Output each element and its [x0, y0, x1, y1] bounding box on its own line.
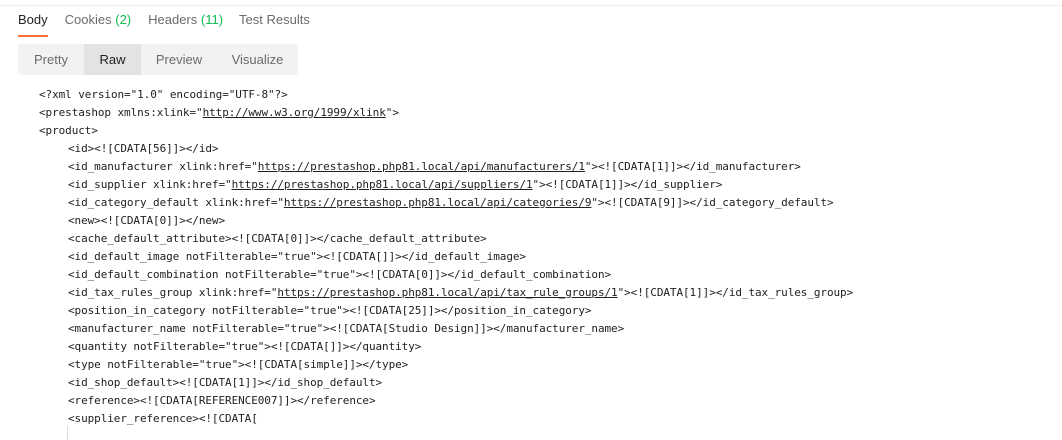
tab-count: (11) — [200, 12, 224, 27]
code-line: <id_supplier xlink:href="https://prestas… — [68, 176, 722, 194]
code-line: <id><![CDATA[56]]></id> — [68, 140, 219, 158]
code-text: <cache_default_attribute><![CDATA[0]]></… — [68, 232, 487, 245]
code-line: <id_shop_default><![CDATA[1]]></id_shop_… — [68, 374, 382, 392]
code-text: <type notFilterable="true"><![CDATA[simp… — [68, 358, 409, 371]
code-text: <quantity notFilterable="true"><![CDATA[… — [68, 340, 422, 353]
code-text: <id_default_combination notFilterable="t… — [68, 268, 612, 281]
tab-label: Headers — [148, 12, 198, 27]
code-text: <reference><![CDATA[REFERENCE007]]></ref… — [68, 394, 376, 407]
code-url-link[interactable]: https://prestashop.php81.local/api/categ… — [284, 196, 592, 209]
code-text: <id_supplier xlink:href=" — [68, 178, 232, 191]
tab-label: Body — [18, 12, 48, 27]
code-line: <?xml version="1.0" encoding="UTF-8"?> — [39, 86, 288, 104]
code-text: <id_tax_rules_group xlink:href=" — [68, 286, 278, 299]
code-line: <cache_default_attribute><![CDATA[0]]></… — [68, 230, 487, 248]
code-line: <product> — [39, 122, 98, 140]
indent-guide — [67, 426, 68, 440]
view-mode-pretty[interactable]: Pretty — [18, 44, 84, 75]
code-url-link[interactable]: https://prestashop.php81.local/api/tax_r… — [277, 286, 617, 299]
code-text: "><![CDATA[9]]></id_category_default> — [591, 196, 834, 209]
code-text: <product> — [39, 124, 98, 137]
code-text: "><![CDATA[1]]></id_manufacturer> — [584, 160, 801, 173]
code-text: <id_default_image notFilterable="true"><… — [68, 250, 526, 263]
code-line: <prestashop xmlns:xlink="http://www.w3.o… — [39, 104, 399, 122]
code-text: <manufacturer_name notFilterable="true">… — [68, 322, 625, 335]
view-mode-visualize[interactable]: Visualize — [217, 44, 298, 75]
tab-body[interactable]: Body — [18, 6, 48, 37]
code-line: <reference><![CDATA[REFERENCE007]]></ref… — [68, 392, 376, 410]
code-line: <id_manufacturer xlink:href="https://pre… — [68, 158, 801, 176]
tab-test-results[interactable]: Test Results — [239, 6, 310, 37]
response-tabs: Body Cookies (2) Headers (11) Test Resul… — [18, 6, 326, 38]
code-text: <id_category_default xlink:href=" — [68, 196, 284, 209]
code-url-link[interactable]: https://prestashop.php81.local/api/suppl… — [232, 178, 533, 191]
code-text: <position_in_category notFilterable="tru… — [68, 304, 592, 317]
code-line: <quantity notFilterable="true"><![CDATA[… — [68, 338, 421, 356]
code-line: <type notFilterable="true"><![CDATA[simp… — [68, 356, 408, 374]
code-text: <id><![CDATA[56]]></id> — [68, 142, 219, 155]
tab-label: Cookies — [64, 12, 112, 27]
code-line: <position_in_category notFilterable="tru… — [68, 302, 591, 320]
response-body-code[interactable]: <?xml version="1.0" encoding="UTF-8"?> <p… — [0, 84, 1062, 440]
code-line: <new><![CDATA[0]]></new> — [68, 212, 225, 230]
code-text: <prestashop xmlns:xlink=" — [39, 106, 203, 119]
tab-count: (2) — [115, 12, 132, 27]
tab-headers[interactable]: Headers (11) — [148, 6, 223, 37]
code-line: <id_default_image notFilterable="true"><… — [68, 248, 526, 266]
tab-label: Test Results — [239, 12, 310, 27]
code-line: <id_category_default xlink:href="https:/… — [68, 194, 834, 212]
view-mode-raw[interactable]: Raw — [84, 44, 141, 75]
code-text: "><![CDATA[1]]></id_tax_rules_group> — [617, 286, 854, 299]
code-url-link[interactable]: http://www.w3.org/1999/xlink — [203, 106, 386, 119]
code-text: <id_shop_default><![CDATA[1]]></id_shop_… — [68, 376, 383, 389]
code-text: <id_manufacturer xlink:href=" — [68, 160, 258, 173]
code-text: <supplier_reference><![CDATA[ — [68, 412, 258, 425]
code-line: <supplier_reference><![CDATA[ — [68, 410, 258, 428]
code-line: <id_default_combination notFilterable="t… — [68, 266, 611, 284]
code-line: <manufacturer_name notFilterable="true">… — [68, 320, 624, 338]
code-url-link[interactable]: https://prestashop.php81.local/api/manuf… — [258, 160, 585, 173]
view-mode-selector: Pretty Raw Preview Visualize — [18, 44, 298, 75]
view-mode-preview[interactable]: Preview — [141, 44, 217, 75]
code-text: "> — [385, 106, 399, 119]
tab-cookies[interactable]: Cookies (2) — [65, 6, 131, 37]
code-text: <?xml version="1.0" encoding="UTF-8"?> — [39, 88, 288, 101]
code-line: <id_tax_rules_group xlink:href="https://… — [68, 284, 853, 302]
code-text: <new><![CDATA[0]]></new> — [68, 214, 226, 227]
code-text: "><![CDATA[1]]></id_supplier> — [532, 178, 723, 191]
